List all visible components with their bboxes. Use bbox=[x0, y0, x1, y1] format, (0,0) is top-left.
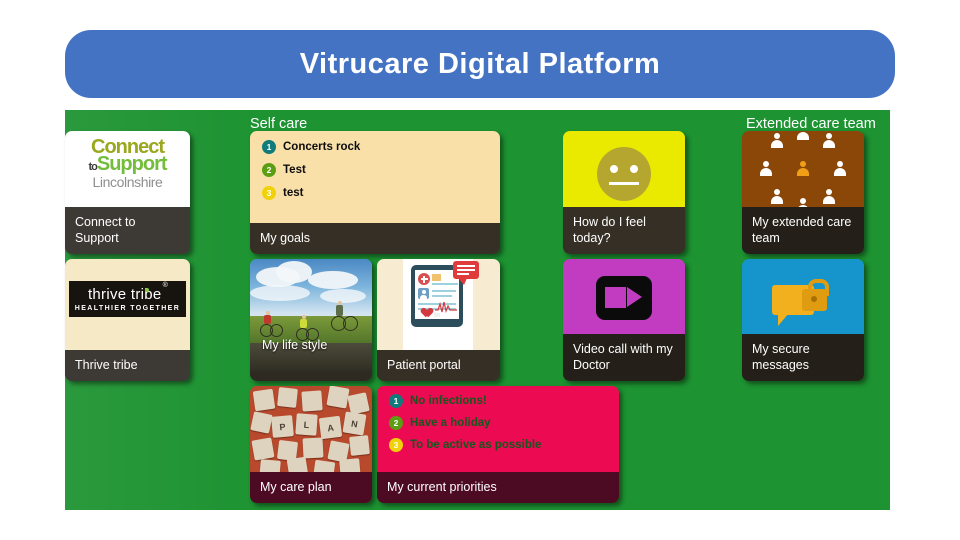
priority-text-1: No infections! bbox=[410, 395, 487, 407]
tile-my-care-plan[interactable]: P L A N My care plan bbox=[250, 386, 372, 503]
message-bubble-icon bbox=[453, 261, 479, 285]
tile-my-extended-care-team[interactable]: My extended care team bbox=[742, 131, 864, 254]
page-title: Vitrucare Digital Platform bbox=[299, 47, 661, 80]
logo-thrive-tribe-wordmark: thrive tribe® bbox=[87, 282, 168, 303]
tile-caption-connect-to-support: Connect to Support bbox=[65, 207, 190, 254]
section-label-self-care: Self care bbox=[250, 116, 308, 132]
id-card-icon bbox=[432, 274, 441, 281]
care-plan-photo: P L A N bbox=[250, 386, 372, 472]
logo-word-support: Support bbox=[96, 153, 168, 175]
medical-cross-icon bbox=[418, 273, 430, 285]
mood-illustration bbox=[563, 131, 685, 207]
heart-icon bbox=[419, 304, 430, 314]
person-avatar-icon bbox=[418, 288, 429, 299]
cloud-icon bbox=[276, 261, 312, 283]
priority-text-2: Have a holiday bbox=[410, 417, 491, 429]
tile-video-call-with-my-doctor[interactable]: Video call with my Doctor bbox=[563, 259, 685, 381]
video-call-illustration bbox=[563, 259, 685, 334]
tile-caption-video-call: Video call with my Doctor bbox=[563, 334, 685, 381]
list-item[interactable]: 1 No infections! bbox=[389, 394, 619, 408]
scrabble-letter: N bbox=[342, 411, 367, 436]
care-team-illustration bbox=[742, 131, 864, 207]
goal-text-3: test bbox=[283, 187, 304, 199]
tile-caption-my-care-plan: My care plan bbox=[250, 472, 372, 503]
scrabble-tiles-image: P L A N bbox=[250, 386, 372, 472]
lifestyle-photo: My life style bbox=[250, 259, 372, 373]
connect-to-support-logo: Connect toSupport Lincolnshire bbox=[65, 131, 190, 207]
goal-badge-3: 3 bbox=[262, 186, 276, 200]
tile-connect-to-support[interactable]: Connect toSupport Lincolnshire Connect t… bbox=[65, 131, 190, 254]
tile-patient-portal[interactable]: Patient portal bbox=[377, 259, 500, 381]
tile-caption-extended-care-team: My extended care team bbox=[742, 207, 864, 254]
ekg-icon bbox=[435, 301, 457, 313]
tile-caption-how-do-i-feel-today: How do I feel today? bbox=[563, 207, 685, 254]
tile-how-do-i-feel-today[interactable]: How do I feel today? bbox=[563, 131, 685, 254]
tile-caption-thrive-tribe: Thrive tribe bbox=[65, 350, 190, 381]
tile-caption-my-life-style: My life style bbox=[262, 338, 328, 352]
goal-badge-1: 1 bbox=[262, 140, 276, 154]
tile-caption-patient-portal: Patient portal bbox=[377, 350, 500, 381]
list-item[interactable]: 2 Have a holiday bbox=[389, 416, 619, 430]
list-item[interactable]: 3 To be active as possible bbox=[389, 438, 619, 452]
priority-badge-2: 2 bbox=[389, 416, 403, 430]
tile-caption-my-current-priorities: My current priorities bbox=[377, 472, 619, 503]
logo-thrive-tagline: HEALTHIER TOGETHER bbox=[74, 305, 181, 312]
priority-badge-3: 3 bbox=[389, 438, 403, 452]
tile-my-secure-messages[interactable]: My secure messages bbox=[742, 259, 864, 381]
my-goals-list: 1 Concerts rock 2 Test 3 test bbox=[250, 131, 500, 223]
patient-portal-illustration bbox=[377, 259, 500, 350]
video-camera-icon bbox=[596, 276, 652, 320]
section-label-extended-care-team: Extended care team bbox=[746, 116, 876, 132]
neutral-face-icon bbox=[597, 147, 651, 201]
scrabble-letter: P bbox=[271, 415, 294, 438]
cloud-icon bbox=[250, 285, 310, 301]
tile-thrive-tribe[interactable]: thrive tribe® HEALTHIER TOGETHER Thrive … bbox=[65, 259, 190, 381]
logo-registered-mark: ® bbox=[162, 282, 169, 289]
goal-text-1: Concerts rock bbox=[283, 141, 361, 153]
logo-line-lincolnshire: Lincolnshire bbox=[92, 174, 163, 190]
secure-messages-illustration bbox=[742, 259, 864, 334]
list-item[interactable]: 3 test bbox=[262, 186, 500, 200]
scrabble-letter: A bbox=[318, 415, 343, 440]
goal-text-2: Test bbox=[283, 164, 306, 176]
list-item[interactable]: 2 Test bbox=[262, 163, 500, 177]
padlock-icon bbox=[802, 289, 827, 311]
list-item[interactable]: 1 Concerts rock bbox=[262, 140, 500, 154]
priority-badge-1: 1 bbox=[389, 394, 403, 408]
logo-accent-dot bbox=[144, 288, 149, 292]
logo-thrive-text: thrive tribe bbox=[87, 286, 162, 303]
tile-my-current-priorities[interactable]: 1 No infections! 2 Have a holiday 3 To b… bbox=[377, 386, 619, 503]
logo-word-to: to bbox=[88, 161, 97, 173]
cloud-icon bbox=[320, 289, 366, 303]
tile-caption-my-goals: My goals bbox=[250, 223, 500, 254]
logo-line-support: toSupport bbox=[65, 154, 190, 174]
tile-caption-secure-messages: My secure messages bbox=[742, 334, 864, 381]
tile-my-goals[interactable]: 1 Concerts rock 2 Test 3 test My goals bbox=[250, 131, 500, 254]
tile-my-life-style[interactable]: My life style bbox=[250, 259, 372, 381]
cloud-icon bbox=[308, 271, 358, 289]
people-circle-icon bbox=[760, 131, 846, 207]
priority-text-3: To be active as possible bbox=[410, 439, 542, 451]
page-title-banner: Vitrucare Digital Platform bbox=[65, 30, 895, 98]
goal-badge-2: 2 bbox=[262, 163, 276, 177]
thrive-tribe-logo: thrive tribe® HEALTHIER TOGETHER bbox=[65, 259, 190, 350]
priorities-list: 1 No infections! 2 Have a holiday 3 To b… bbox=[377, 386, 619, 472]
scrabble-letter: L bbox=[295, 413, 318, 436]
slide-root: Vitrucare Digital Platform Self care Ext… bbox=[0, 0, 960, 540]
tile-footer-my-life-style bbox=[250, 373, 372, 381]
